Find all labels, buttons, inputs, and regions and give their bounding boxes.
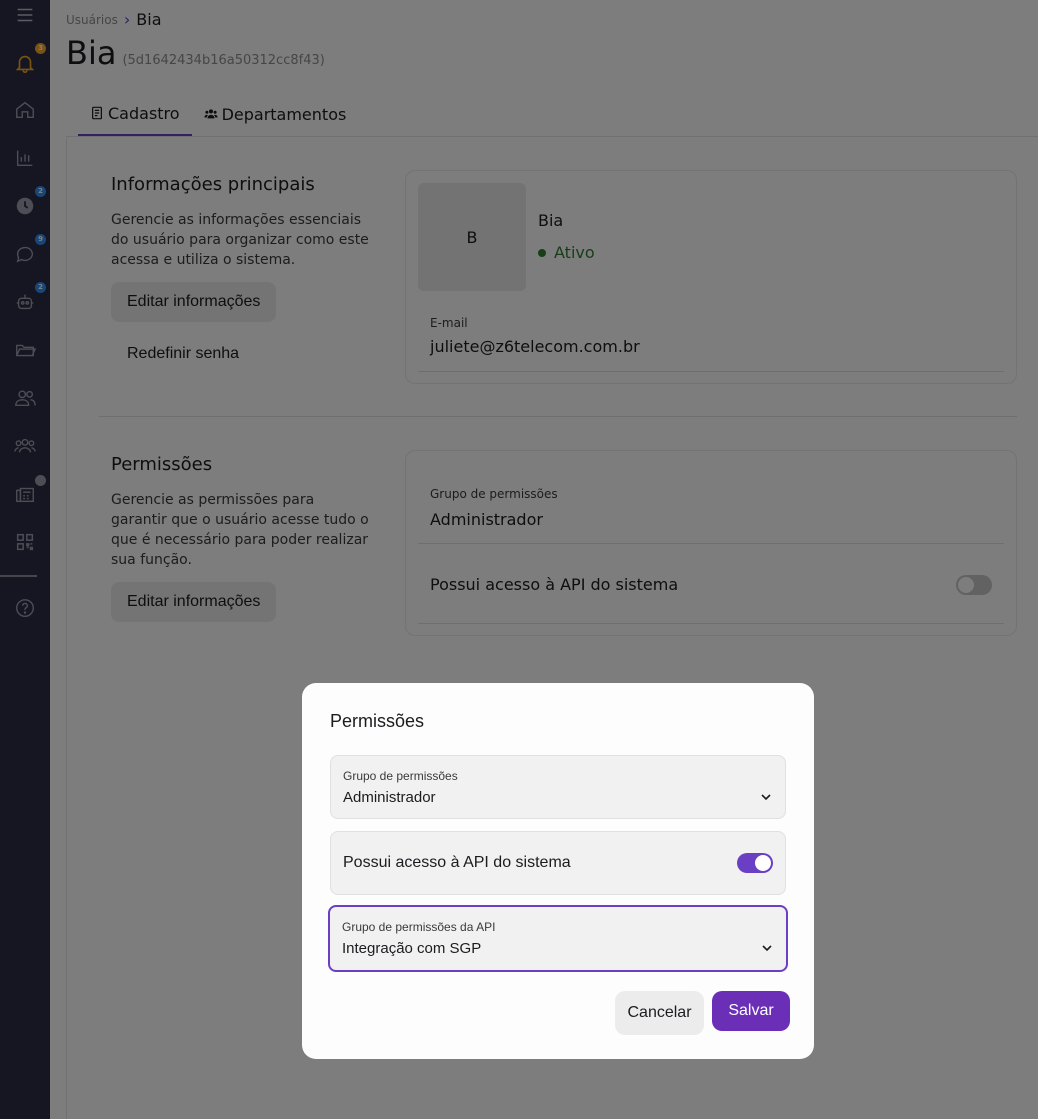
permissions-dialog: Permissões Grupo de permissões Administr… [302,683,814,1059]
dialog-title: Permissões [330,711,425,731]
api-access-switch-label: Possui acesso à API do sistema [343,854,571,871]
save-button[interactable]: Salvar [712,991,790,1031]
chevron-down-icon [762,945,772,952]
chevron-down-icon [761,794,771,801]
permission-group-select[interactable]: Grupo de permissões Administrador [330,755,786,819]
cancel-button[interactable]: Cancelar [615,991,704,1035]
permission-group-select-value: Administrador [343,789,436,806]
api-permission-group-select[interactable]: Grupo de permissões da API Integração co… [328,905,788,972]
api-access-row: Possui acesso à API do sistema [330,831,786,895]
api-permission-group-label: Grupo de permissões da API [342,920,496,934]
permission-group-select-label: Grupo de permissões [343,769,458,783]
api-access-switch[interactable] [737,853,773,873]
api-permission-group-value: Integração com SGP [342,940,482,957]
